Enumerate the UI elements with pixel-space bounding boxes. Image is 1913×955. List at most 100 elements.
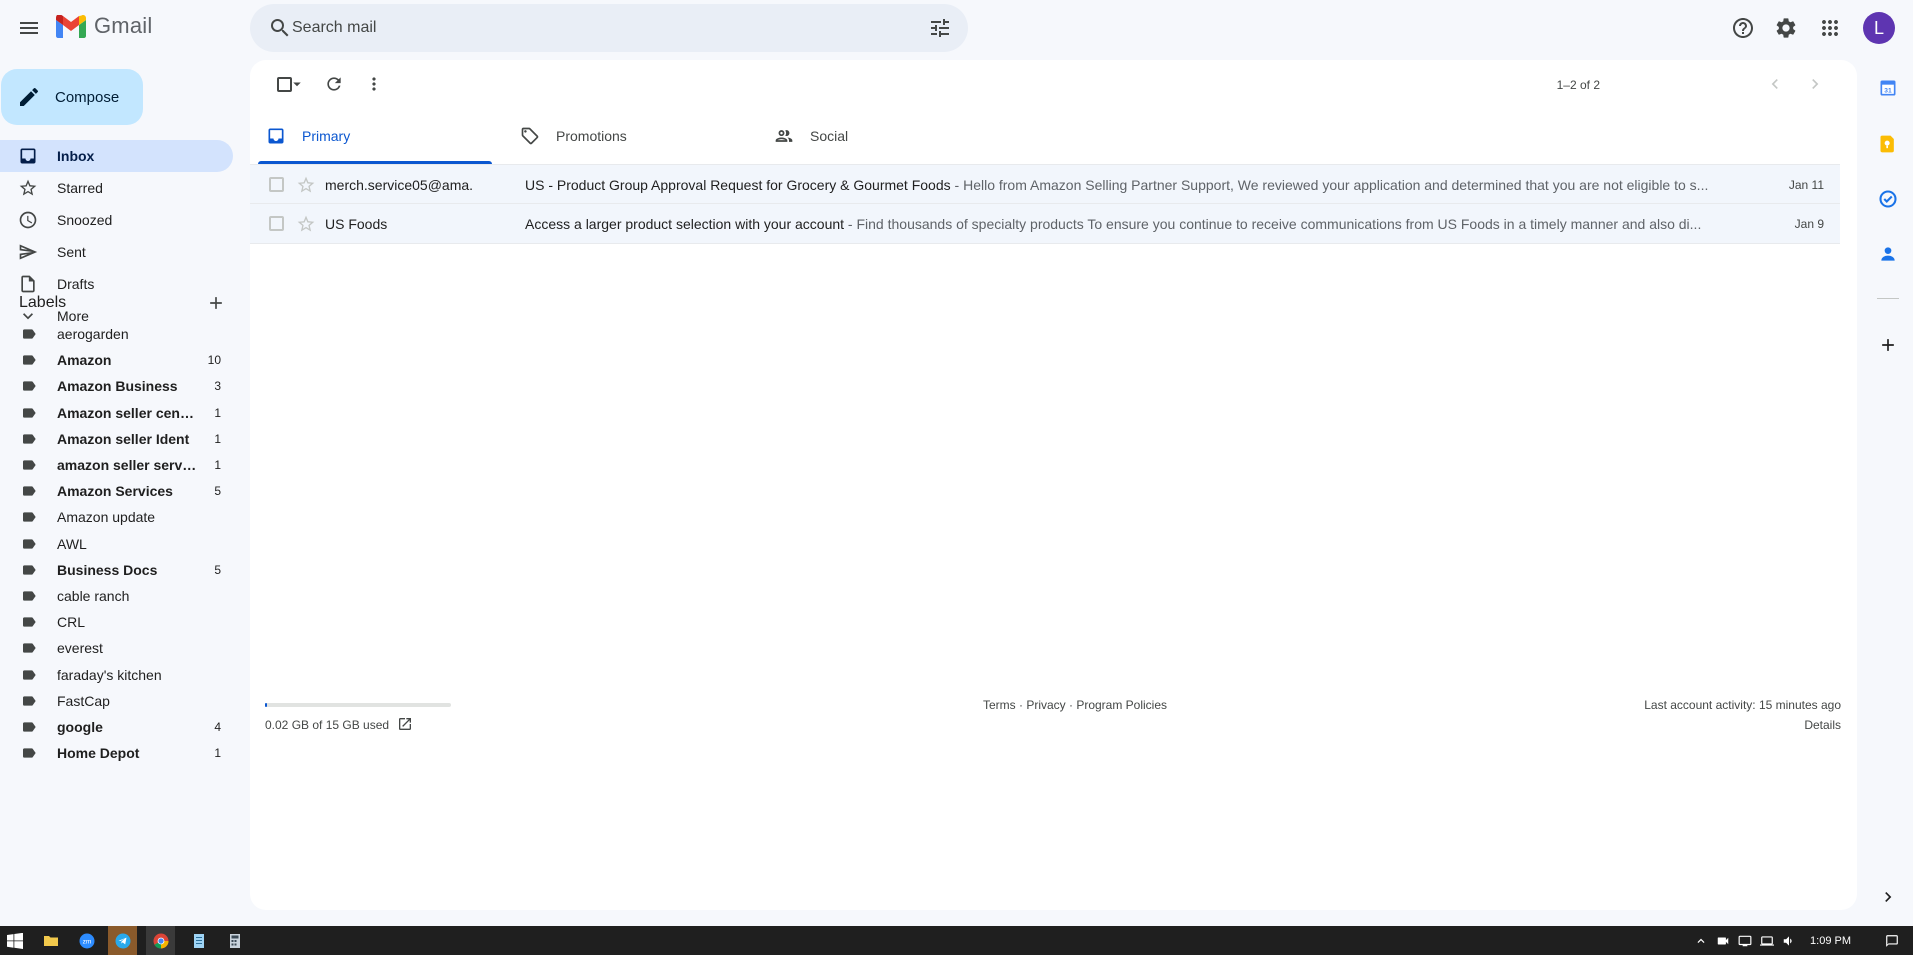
label-name: FastCap [57,692,110,709]
calendar-app-button[interactable]: 31 [1871,71,1905,105]
sidebar-item-snoozed[interactable]: Snoozed [0,204,233,236]
tasks-app-button[interactable] [1871,182,1905,216]
inbox-icon [268,128,284,144]
gmail-logo[interactable]: Gmail [56,13,152,39]
get-addons-button[interactable] [1871,328,1905,362]
row-checkbox[interactable] [269,177,284,192]
row-star-button[interactable] [296,175,316,195]
email-row[interactable]: US Foods Access a larger product selecti… [250,204,1840,244]
tab-promotions[interactable]: Promotions [504,108,746,164]
tab-primary[interactable]: Primary [250,108,492,164]
main-menu-button[interactable] [9,8,49,48]
select-options-button[interactable] [287,64,307,104]
calculator-icon [229,933,240,948]
last-activity-text: Last account activity: 15 minutes ago [1644,698,1841,712]
chevron-right-icon [1885,892,1892,902]
taskbar-zoom[interactable]: zm [72,926,101,955]
sidebar-item-sent[interactable]: Sent [0,236,233,268]
star-outline-icon [297,215,315,232]
svg-text:zm: zm [82,938,91,945]
chevron-left-icon [1771,79,1778,89]
account-avatar[interactable]: L [1863,12,1895,44]
svg-text:31: 31 [1884,88,1892,95]
search-input[interactable] [292,4,892,52]
privacy-link[interactable]: Privacy [1026,698,1065,712]
tray-overflow-button[interactable] [1694,934,1708,948]
taskbar-notepad[interactable] [184,926,213,955]
taskbar-file-explorer[interactable] [36,926,65,955]
label-tag-icon [21,719,37,735]
labels-heading: Labels [19,294,67,311]
sidebar-item-label: Starred [57,180,103,196]
telegram-icon [115,933,130,948]
start-button[interactable] [0,926,29,955]
sidebar-item-inbox[interactable]: Inbox [0,140,233,172]
video-icon [1717,937,1729,944]
row-star-button[interactable] [296,214,316,234]
contacts-app-button[interactable] [1871,237,1905,271]
sidebar-item-label: Drafts [57,276,95,292]
tray-meet-now[interactable] [1716,934,1730,948]
search-bar[interactable] [250,4,968,52]
tray-network[interactable] [1760,934,1775,948]
label-tag-icon [21,326,37,342]
label-unread-count: 1 [214,458,221,472]
settings-button[interactable] [1766,8,1806,48]
sidebar-item-label: Inbox [57,148,95,164]
terms-link[interactable]: Terms [983,698,1016,712]
tray-volume[interactable] [1782,934,1796,948]
label-tag-icon [21,378,37,394]
contacts-icon [1881,247,1895,261]
plus-icon [210,297,222,309]
sidebar-item-starred[interactable]: Starred [0,172,233,204]
email-sender: US Foods [325,216,388,232]
search-icon [271,19,289,37]
taskbar-chrome[interactable] [146,926,175,955]
program-policies-link[interactable]: Program Policies [1076,698,1167,712]
email-row[interactable]: merch.service05@ama. US - Product Group … [250,164,1840,204]
keep-app-button[interactable] [1871,127,1905,161]
windows-icon [6,932,23,949]
mail-toolbar: 1–2 of 2 [250,60,1857,108]
more-actions-button[interactable] [354,64,394,104]
refresh-button[interactable] [314,64,354,104]
chevron-up-icon [1697,938,1705,943]
compose-button[interactable]: Compose [1,69,143,125]
taskbar-calculator[interactable] [220,926,249,955]
label-item[interactable]: Home Depot 1 [0,737,233,769]
label-name: Amazon [57,352,112,369]
tab-social[interactable]: Social [758,108,1000,164]
label-name: everest [57,640,103,657]
row-checkbox[interactable] [269,216,284,231]
star-icon [19,179,37,196]
star-outline-icon [297,176,315,193]
tray-display[interactable] [1738,934,1752,948]
create-label-button[interactable] [200,287,232,319]
notification-center-button[interactable] [1885,934,1899,948]
google-apps-button[interactable] [1810,8,1850,48]
hide-side-panel-button[interactable] [1871,880,1905,914]
label-unread-count: 10 [207,353,221,368]
activity-details-link[interactable]: Details [1700,718,1841,732]
older-button[interactable] [1795,64,1835,104]
taskbar-telegram[interactable] [108,926,137,955]
taskbar: zm 1:09 PM [0,926,1913,955]
email-date: Jan 9 [1794,217,1824,231]
label-name: AWL [57,535,87,552]
tab-label: Promotions [556,128,627,144]
storage-usage-text: 0.02 GB of 15 GB used [265,718,390,732]
label-tag-icon [21,457,37,473]
label-tag-icon [21,588,37,604]
apps-grid-icon [1822,20,1838,36]
search-options-button[interactable] [920,8,960,48]
manage-storage-link[interactable] [397,716,413,732]
label-name: Amazon seller Ident [57,430,190,447]
label-tag-icon [21,352,37,368]
support-button[interactable] [1723,8,1763,48]
label-tag-icon [21,509,37,525]
newer-button[interactable] [1755,64,1795,104]
clock-time[interactable]: 1:09 PM [1810,935,1851,947]
top-bar: Gmail L [0,0,1913,56]
footer-separator: · [1065,698,1077,712]
category-tabs: Primary Promotions Social [250,108,1857,164]
